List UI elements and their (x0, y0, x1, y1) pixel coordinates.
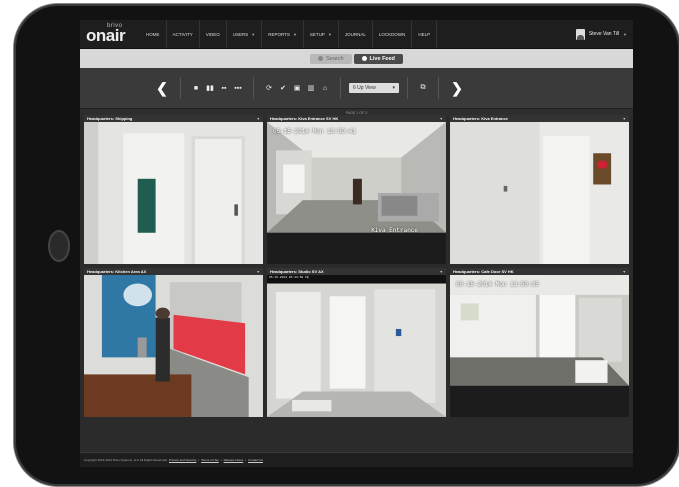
chevron-down-icon[interactable]: ▼ (623, 270, 626, 274)
layout-4-icon[interactable]: ▪▪ (217, 85, 231, 92)
camera-timestamp: 05-15-2014 05:13:50 IQ (269, 276, 309, 279)
save-icon[interactable]: ▣ (290, 84, 304, 92)
nav-item-lockdown[interactable]: LOCKDOWN (373, 20, 413, 48)
chevron-down-icon: ▼ (623, 31, 627, 37)
search-mode-button[interactable]: Search (310, 53, 352, 64)
toolbar-divider (407, 77, 408, 99)
camera-image (267, 122, 446, 264)
camera-header: Headquarters: Studio SV AX ▼ (267, 268, 446, 275)
footer-link-release-notes[interactable]: Release Notes (224, 458, 244, 462)
camera-feed[interactable] (84, 275, 263, 417)
layout-2-icon[interactable]: ▮▮ (203, 84, 217, 92)
camera-header: Headquarters: Kiva Entrance SV HK ▼ (267, 115, 446, 122)
toolbar-divider (340, 77, 341, 99)
camera-tile[interactable]: Headquarters: Cafe Door SV HK ▼ 05-15-20… (450, 268, 629, 417)
camera-tile[interactable]: Headquarters: Studio SV AX ▼ 05-15-2014 … (267, 268, 446, 417)
nav-item-help[interactable]: HELP (412, 20, 438, 48)
camera-grid: Headquarters: Shipping ▼ Headquarters: K… (84, 115, 629, 417)
camera-image (450, 122, 629, 264)
toolbar-divider (180, 77, 181, 99)
camera-feed[interactable]: 05-15-2014 05:13:50 IQ (267, 275, 446, 417)
camera-feed[interactable]: 05-15-2014 Mon 13:50:35 (450, 275, 629, 417)
chevron-down-icon: ▼ (327, 31, 332, 37)
page-footer: Copyright 2001-2014 Brivo Systems, LLC A… (80, 452, 633, 467)
nav-item-video[interactable]: VIDEO (200, 20, 227, 48)
layout-6-icon[interactable]: ▪▪▪ (231, 85, 245, 92)
camera-feed[interactable] (450, 122, 629, 264)
camera-tile[interactable]: Headquarters: Kiva Entrance ▼ (450, 115, 629, 264)
live-icon (361, 56, 367, 61)
footer-copyright: Copyright 2001-2014 Brivo Systems, LLC A… (84, 458, 167, 462)
camera-feed[interactable] (84, 122, 263, 264)
tablet-home-button[interactable] (48, 230, 70, 262)
camera-image (267, 275, 446, 417)
logo-onair-text: onair (86, 26, 126, 45)
camera-image (450, 275, 629, 417)
main-nav: HOME ACTIVITY VIDEO USERS ▼ REPORTS ▼ SETU… (140, 20, 438, 48)
camera-tile[interactable]: Headquarters: Kitchen Area AX ▼ (84, 268, 263, 417)
camera-header: Headquarters: Kitchen Area AX ▼ (84, 268, 263, 275)
home-icon[interactable]: ⌂ (318, 85, 332, 92)
camera-timestamp: 05-15-2014 Mon 13:50:35 (456, 281, 539, 288)
camera-title: Headquarters: Kiva Entrance SV HK (270, 116, 339, 121)
refresh-icon[interactable]: ⟳ (262, 84, 276, 92)
chevron-down-icon[interactable]: ▼ (623, 117, 626, 121)
fullscreen-icon[interactable]: ⧉ (416, 84, 430, 92)
mode-switcher: Search Live Feed (80, 49, 633, 68)
user-name: Steve Van Till (588, 31, 620, 37)
camera-title: Headquarters: Studio SV AX (270, 269, 324, 274)
nav-item-reports[interactable]: REPORTS ▼ (262, 20, 304, 48)
nav-item-setup[interactable]: SETUP ▼ (304, 20, 339, 48)
top-navigation-bar: brivo onair HOME ACTIVITY VIDEO USERS ▼ R… (80, 20, 633, 49)
camera-title: Headquarters: Cafe Door SV HK (453, 269, 514, 274)
live-feed-mode-button[interactable]: Live Feed (353, 53, 403, 64)
next-page-icon[interactable]: ❯ (447, 80, 467, 97)
video-toolbar: ❮ ■ ▮▮ ▪▪ ▪▪▪ ⟳ ✔ ▣ ▥ ⌂ 6 Up View ▾ ⧉ ❯ (80, 68, 633, 109)
nav-item-home[interactable]: HOME (140, 20, 167, 48)
camera-tile[interactable]: Headquarters: Kiva Entrance SV HK ▼ 05-1… (267, 115, 446, 264)
chevron-down-icon[interactable]: ▼ (257, 270, 260, 274)
camera-header: Headquarters: Kiva Entrance ▼ (450, 115, 629, 122)
toolbar-divider (253, 77, 254, 99)
avatar (575, 28, 585, 40)
chevron-down-icon: ▼ (251, 31, 256, 37)
chevron-down-icon[interactable]: ▼ (440, 270, 443, 274)
camera-feed[interactable]: 05-15-2014 Mon 13:50:41 Kiva Entrance (267, 122, 446, 264)
chevron-down-icon[interactable]: ▼ (440, 117, 443, 121)
toolbar-divider (438, 77, 439, 99)
nav-item-activity[interactable]: ACTIVITY (167, 20, 200, 48)
delete-icon[interactable]: ▥ (304, 84, 318, 92)
camera-timestamp: 05-15-2014 Mon 13:50:41 (273, 128, 356, 135)
view-layout-select[interactable]: 6 Up View ▾ (349, 83, 399, 93)
checkmark-icon[interactable]: ✔ (276, 84, 290, 92)
nav-item-users[interactable]: USERS ▼ (227, 20, 263, 48)
layout-1-icon[interactable]: ■ (189, 85, 203, 92)
camera-title: Headquarters: Kiva Entrance (453, 116, 508, 121)
camera-title: Headquarters: Kitchen Area AX (87, 269, 147, 274)
camera-header: Headquarters: Cafe Door SV HK ▼ (450, 268, 629, 275)
camera-title: Headquarters: Shipping (87, 116, 133, 121)
footer-link-contact[interactable]: Contact Us (248, 458, 263, 462)
chevron-down-icon: ▾ (392, 85, 395, 91)
chevron-down-icon[interactable]: ▼ (257, 117, 260, 121)
camera-header: Headquarters: Shipping ▼ (84, 115, 263, 122)
camera-image (84, 122, 263, 264)
camera-tile[interactable]: Headquarters: Shipping ▼ (84, 115, 263, 264)
camera-overlay-label: Kiva Entrance (371, 227, 418, 234)
camera-image (84, 275, 263, 417)
nav-item-journal[interactable]: JOURNAL (339, 20, 373, 48)
brivo-onair-logo[interactable]: brivo onair (80, 20, 140, 48)
search-icon (318, 56, 324, 61)
app-screen: brivo onair HOME ACTIVITY VIDEO USERS ▼ R… (80, 20, 633, 467)
chevron-down-icon: ▼ (292, 31, 297, 37)
user-menu[interactable]: Steve Van Till ▼ (575, 28, 633, 40)
footer-link-terms[interactable]: Terms of Use (201, 458, 219, 462)
previous-page-icon[interactable]: ❮ (152, 80, 172, 97)
footer-link-privacy[interactable]: Privacy and Security (169, 458, 196, 462)
